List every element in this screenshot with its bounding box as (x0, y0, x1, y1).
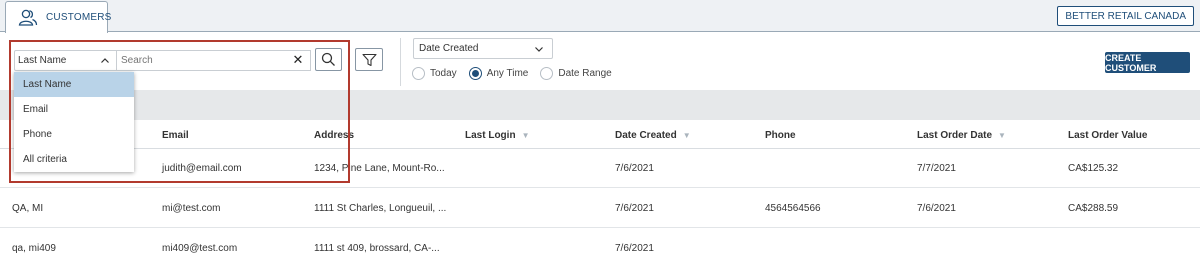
cell-date-created: 7/6/2021 (615, 163, 654, 174)
chevron-down-icon (535, 47, 543, 52)
cell-email: mi@test.com (162, 203, 221, 214)
results-band (0, 90, 1200, 120)
column-header-email[interactable]: Email (162, 130, 189, 141)
table-row[interactable]: judith@email.com 1234, Pine Lane, Mount-… (0, 149, 1200, 188)
top-tab-strip: CUSTOMERS BETTER RETAIL CANADA (0, 0, 1200, 33)
cell-last-order-value: CA$125.32 (1068, 163, 1119, 174)
search-toolbar: Last Name ✕ Date Created Today Any Time … (0, 33, 1200, 90)
table-row[interactable]: qa, mi409 mi409@test.com 1111 st 409, br… (0, 229, 1200, 264)
cell-last-order-date: 7/7/2021 (917, 163, 956, 174)
create-customer-button[interactable]: CREATE CUSTOMER (1105, 52, 1190, 73)
cell-name: qa, mi409 (12, 243, 56, 254)
cell-address: 1111 st 409, brossard, CA-... (314, 243, 440, 254)
radio-any-time-label: Any Time (486, 67, 529, 79)
tab-customers[interactable]: CUSTOMERS (5, 1, 111, 33)
table-row[interactable]: QA, MI mi@test.com 1111 St Charles, Long… (0, 189, 1200, 228)
option-last-name[interactable]: Last Name (14, 72, 134, 97)
filter-button[interactable] (355, 48, 383, 71)
table-header: Email Address Last Login ▼ Date Created ▼ … (0, 120, 1200, 149)
radio-any-time[interactable] (468, 66, 482, 80)
tab-label: CUSTOMERS (46, 12, 112, 23)
cell-email: judith@email.com (162, 163, 242, 174)
radio-date-range-label: Date Range (558, 67, 612, 79)
sort-icon: ▼ (682, 131, 691, 140)
date-filter-value: Date Created (419, 43, 479, 54)
clear-search-icon[interactable]: ✕ (292, 53, 304, 67)
cell-last-order-date: 7/6/2021 (917, 203, 956, 214)
chevron-up-icon (101, 58, 109, 63)
option-email[interactable]: Email (14, 97, 134, 122)
column-header-address[interactable]: Address (314, 130, 354, 141)
column-header-date-created[interactable]: Date Created ▼ (615, 130, 691, 141)
cell-address: 1234, Pine Lane, Mount-Ro... (314, 163, 445, 174)
cell-date-created: 7/6/2021 (615, 243, 654, 254)
search-type-select[interactable]: Last Name (14, 50, 117, 71)
cell-last-order-value: CA$288.59 (1068, 203, 1119, 214)
radio-today[interactable] (412, 66, 425, 80)
date-filter-select[interactable]: Date Created (413, 38, 553, 59)
radio-today-label: Today (430, 67, 457, 79)
sort-icon: ▼ (998, 131, 1006, 140)
search-icon (321, 52, 335, 66)
cell-name: QA, MI (12, 203, 44, 214)
date-range-radios: Today Any Time Date Range (412, 65, 624, 81)
radio-date-range[interactable] (540, 66, 554, 80)
users-icon (18, 8, 38, 28)
filter-icon (361, 53, 377, 66)
cell-email: mi409@test.com (162, 243, 238, 254)
toolbar-divider (400, 38, 401, 86)
column-header-phone[interactable]: Phone (765, 130, 796, 141)
column-header-last-order-date[interactable]: Last Order Date ▼ (917, 130, 1006, 141)
option-all-criteria[interactable]: All criteria (14, 147, 134, 172)
search-input[interactable] (117, 50, 311, 71)
cell-phone: 4564564566 (765, 203, 821, 214)
search-type-dropdown: Last Name Email Phone All criteria (14, 72, 134, 172)
column-header-last-login[interactable]: Last Login ▼ (465, 130, 529, 141)
sort-icon: ▼ (521, 131, 530, 140)
cell-date-created: 7/6/2021 (615, 203, 654, 214)
cell-address: 1111 St Charles, Longueuil, ... (314, 203, 447, 214)
option-phone[interactable]: Phone (14, 122, 134, 147)
column-header-last-order-value[interactable]: Last Order Value (1068, 130, 1147, 141)
search-button[interactable] (315, 48, 342, 71)
search-type-value: Last Name (18, 55, 67, 66)
organization-button[interactable]: BETTER RETAIL CANADA (1057, 6, 1194, 26)
